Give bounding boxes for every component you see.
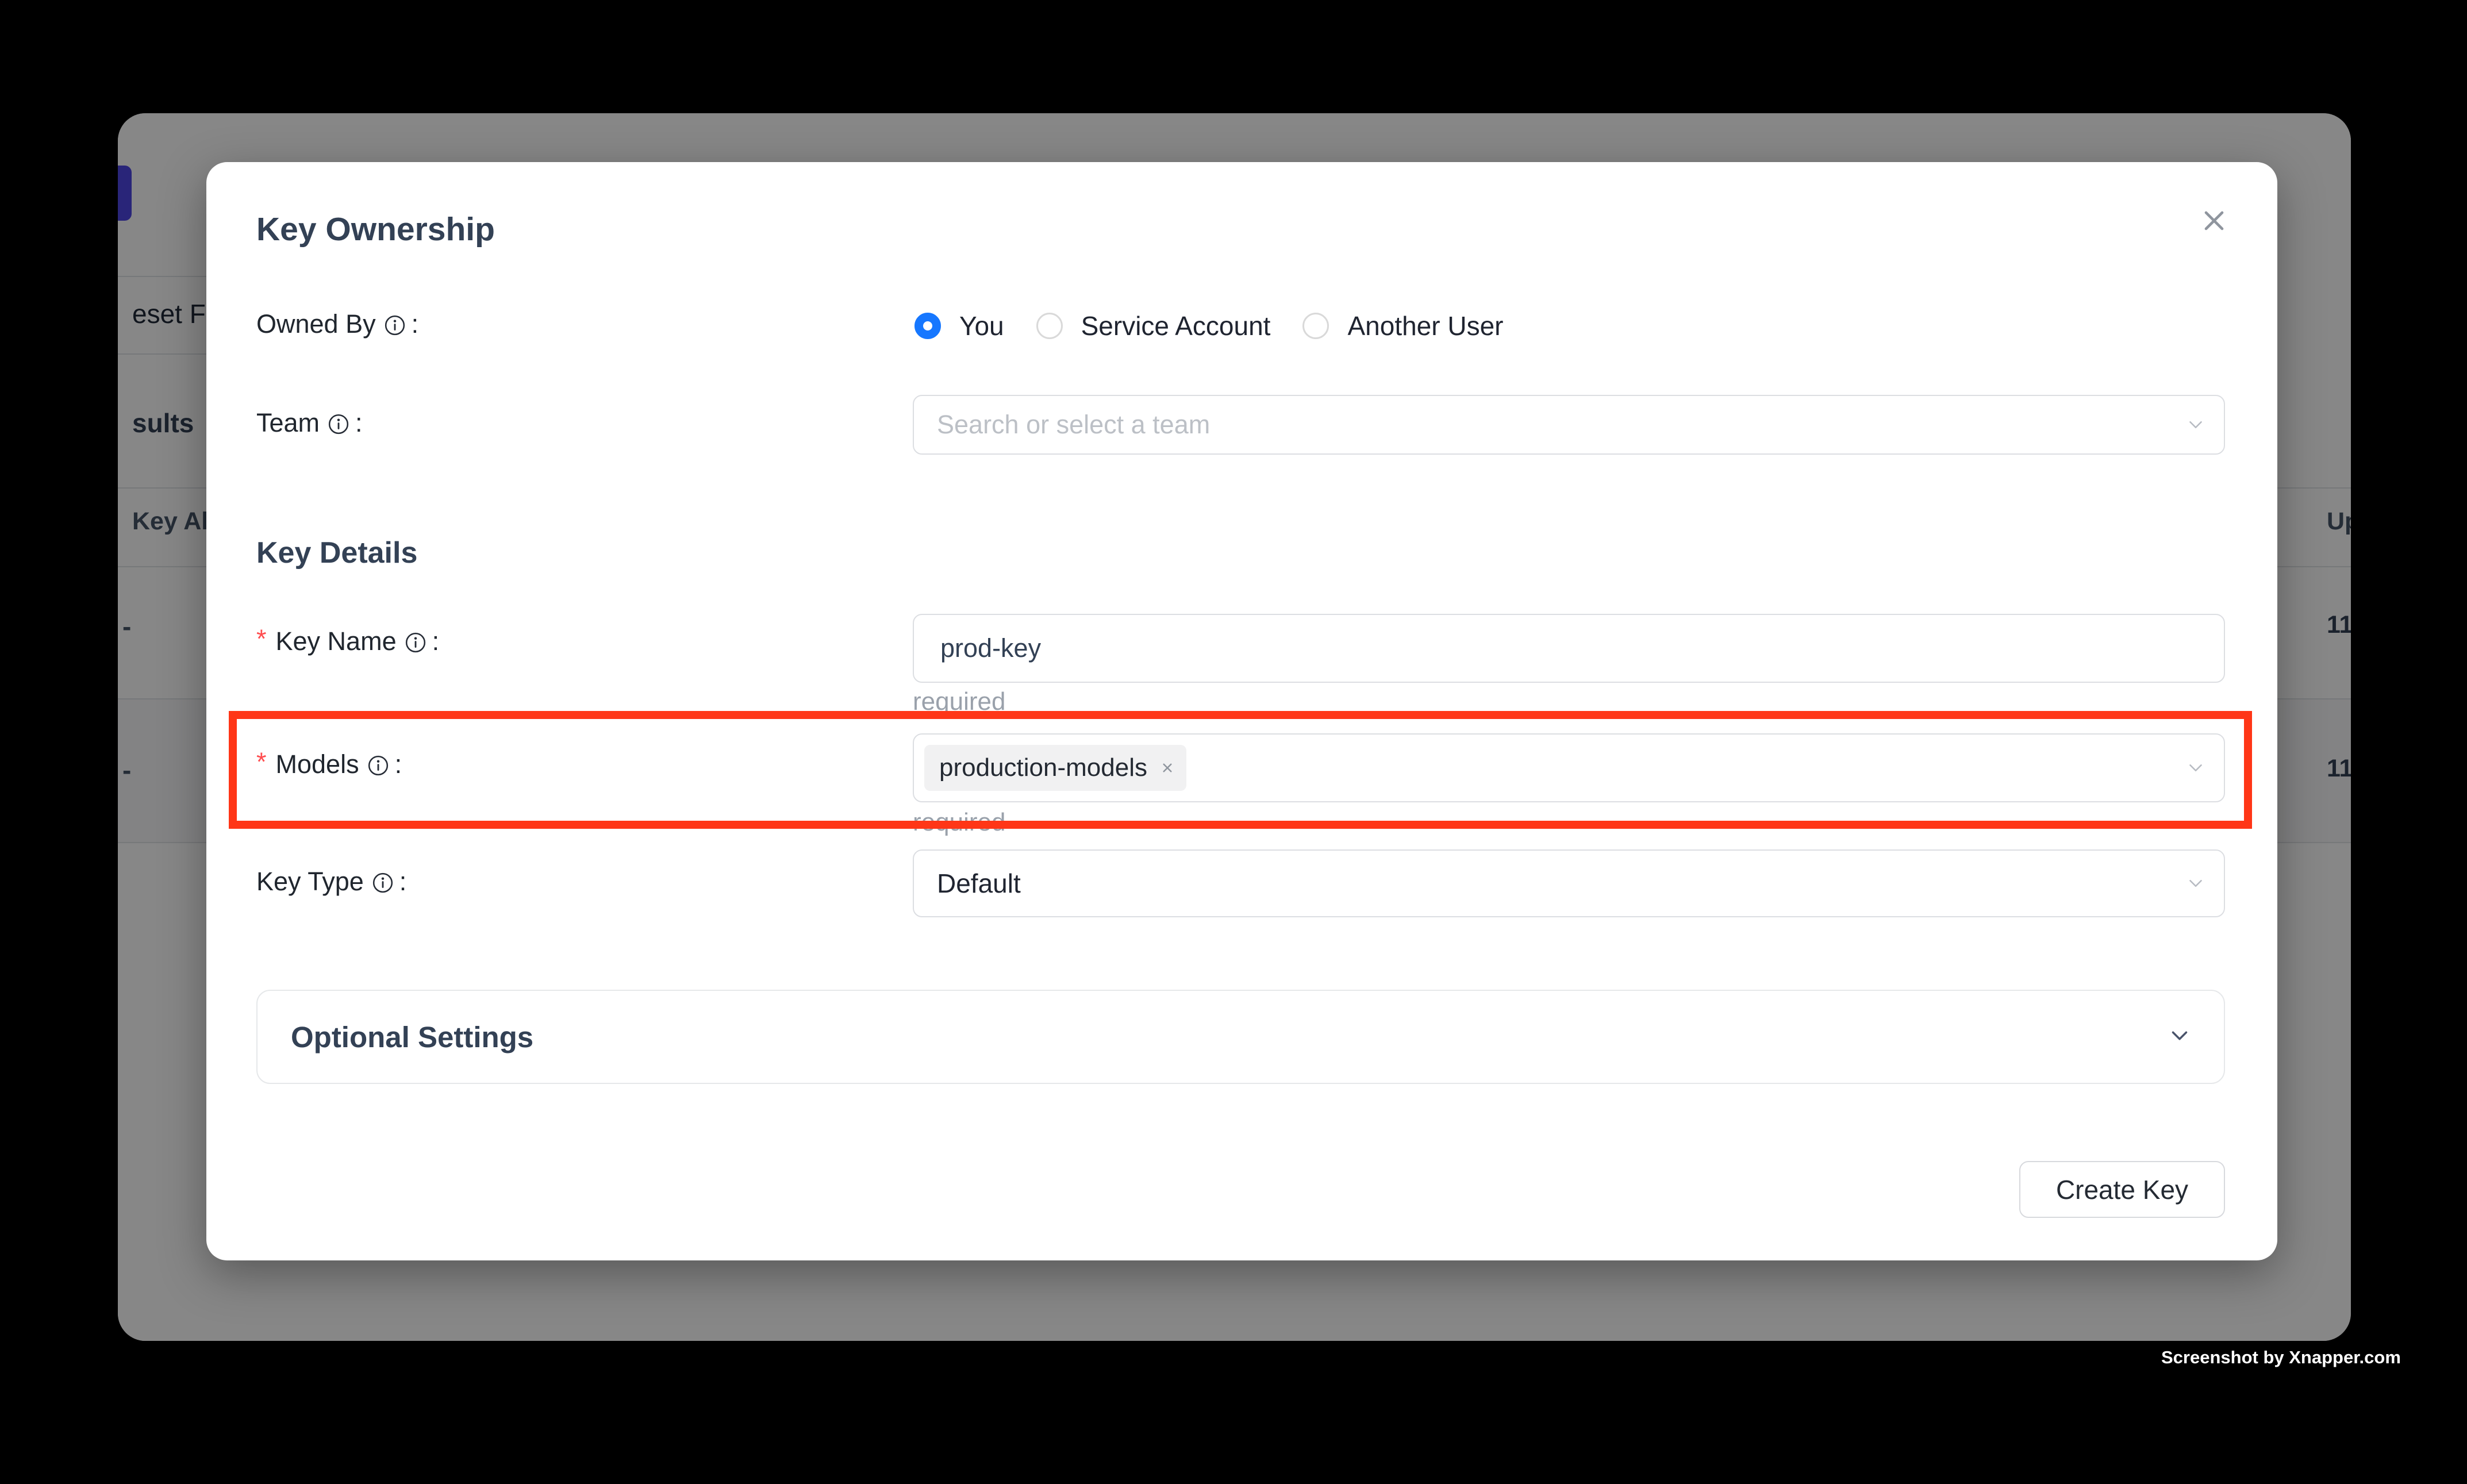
chevron-down-icon — [2166, 1022, 2193, 1052]
chevron-down-icon — [2185, 872, 2207, 894]
radio-unselected-icon — [1302, 313, 1329, 339]
key-name-label-text: Key Name — [276, 626, 397, 656]
radio-label: Another User — [1347, 310, 1503, 341]
radio-option-service-account[interactable]: Service Account — [1036, 310, 1271, 341]
key-type-select[interactable]: Default — [913, 849, 2225, 917]
radio-option-another-user[interactable]: Another User — [1302, 310, 1503, 341]
key-details-heading: Key Details — [256, 536, 417, 570]
watermark: Screenshot by Xnapper.com — [2161, 1347, 2401, 1368]
annotation-highlight-rectangle — [229, 711, 2252, 829]
key-type-label: Key Type : — [256, 867, 406, 897]
radio-label: You — [959, 310, 1004, 341]
chevron-down-icon — [2185, 414, 2207, 436]
radio-selected-icon — [914, 313, 941, 339]
close-icon — [2198, 205, 2230, 239]
owned-by-radio-group: You Service Account Another User — [914, 307, 1503, 345]
create-key-button[interactable]: Create Key — [2019, 1161, 2225, 1218]
info-icon[interactable] — [405, 632, 426, 653]
team-placeholder: Search or select a team — [937, 410, 1210, 440]
label-colon: : — [399, 867, 407, 897]
key-type-value: Default — [937, 868, 1021, 899]
optional-settings-label: Optional Settings — [291, 1020, 533, 1054]
key-name-label: * Key Name : — [256, 626, 439, 656]
close-button[interactable] — [2188, 195, 2240, 247]
info-icon[interactable] — [372, 872, 394, 894]
key-name-input[interactable] — [913, 614, 2225, 683]
info-icon[interactable] — [384, 314, 406, 336]
label-colon: : — [432, 626, 440, 656]
owned-by-label-text: Owned By — [256, 309, 376, 339]
modal-title: Key Ownership — [256, 210, 495, 248]
owned-by-label: Owned By : — [256, 309, 418, 339]
required-asterisk: * — [256, 624, 267, 654]
radio-option-you[interactable]: You — [914, 310, 1004, 341]
optional-settings-toggle[interactable]: Optional Settings — [256, 990, 2225, 1084]
info-icon[interactable] — [328, 413, 349, 435]
radio-unselected-icon — [1036, 313, 1063, 339]
key-type-label-text: Key Type — [256, 867, 364, 897]
label-colon: : — [412, 309, 419, 339]
team-label: Team : — [256, 408, 363, 438]
team-select[interactable]: Search or select a team — [913, 395, 2225, 455]
radio-label: Service Account — [1081, 310, 1271, 341]
page: eset Filt sults Key Alia Up - 11/ - 11/ … — [0, 0, 2467, 1484]
team-label-text: Team — [256, 408, 320, 438]
label-colon: : — [355, 408, 363, 438]
